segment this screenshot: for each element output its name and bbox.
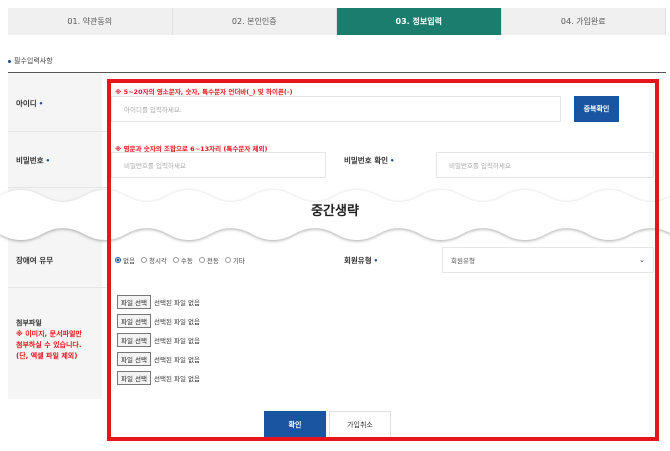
signup-page: 01. 약관동의 02. 본인인증 03. 정보입력 04. 가입완료 필수입력… — [0, 0, 670, 451]
file-select-button[interactable]: 파일 선택 — [117, 371, 151, 385]
step-1-terms: 01. 약관동의 — [8, 8, 173, 35]
step-2-verification: 02. 본인인증 — [172, 8, 337, 35]
file-input-row: 파일 선택 선택된 파일 없음 — [117, 333, 200, 347]
file-input-row: 파일 선택 선택된 파일 없음 — [117, 314, 200, 328]
file-status-text: 선택된 파일 없음 — [154, 356, 200, 364]
id-hint: ※ 5~20자의 영소문자, 숫자, 특수문자 언더바(_) 및 하이픈(-) — [115, 88, 293, 96]
file-status-text: 선택된 파일 없음 — [154, 337, 200, 345]
member-type-label: 회원유형 • — [344, 255, 378, 266]
duplicate-check-button[interactable]: 중복확인 — [574, 96, 619, 122]
attachment-label: 첨부파일 ※ 이미지, 문서파일만 첨부하실 수 있습니다. (단, 엑셀 파일… — [16, 318, 82, 362]
radio-option-manual[interactable]: 수동 — [172, 255, 193, 265]
radio-label: 기타 — [232, 257, 245, 265]
member-type-select[interactable]: 회원유형 ⌄ — [442, 247, 654, 273]
file-input-row: 파일 선택 선택된 파일 없음 — [117, 295, 200, 309]
password-input[interactable]: 비밀번호를 입력하세요 — [111, 152, 326, 178]
radio-icon — [172, 257, 179, 263]
file-select-button[interactable]: 파일 선택 — [117, 295, 151, 309]
member-type-value: 회원유형 — [451, 257, 475, 265]
required-fields-caption: 필수입력사항 — [8, 56, 53, 66]
bullet-icon — [8, 59, 11, 63]
chevron-down-icon: ⌄ — [639, 256, 645, 264]
password-confirm-label-text: 비밀번호 확인 — [344, 156, 389, 165]
file-select-button[interactable]: 파일 선택 — [117, 352, 151, 366]
confirm-button[interactable]: 확인 — [264, 411, 326, 438]
attachment-note-line-3: (단, 엑셀 파일 제외) — [16, 352, 78, 360]
file-input-row: 파일 선택 선택된 파일 없음 — [117, 371, 200, 385]
file-status-text: 선택된 파일 없음 — [154, 318, 200, 326]
file-status-text: 선택된 파일 없음 — [154, 375, 200, 383]
required-dot-icon: • — [390, 157, 395, 165]
required-dot-icon: • — [45, 157, 51, 165]
password-confirm-input[interactable]: 비밀번호를 입력하세요 — [436, 152, 654, 178]
disability-row-label: 장애여 유무 — [16, 255, 53, 266]
radio-label: 수동 — [180, 257, 193, 265]
required-dot-icon: • — [38, 100, 44, 108]
radio-label: 청시각 — [148, 257, 167, 265]
id-label-text: 아이디 — [16, 99, 37, 108]
radio-checked-icon — [115, 257, 121, 263]
disability-radio-group: 없음 청시각 수동 전동 기타 — [115, 255, 245, 265]
password-confirm-label: 비밀번호 확인 • — [344, 155, 395, 166]
required-dot-icon: • — [373, 257, 379, 265]
step-3-info-input: 03. 정보입력 — [337, 8, 502, 35]
radio-option-electric[interactable]: 전동 — [198, 255, 219, 265]
file-input-row: 파일 선택 선택된 파일 없음 — [117, 352, 200, 366]
radio-icon — [198, 257, 205, 263]
radio-icon — [224, 257, 231, 263]
omitted-section-text: 중간생략 — [311, 204, 359, 219]
disability-label-text: 장애여 유무 — [16, 256, 54, 265]
radio-option-none[interactable]: 없음 — [115, 255, 135, 265]
radio-icon — [140, 257, 147, 263]
step-4-complete: 04. 가입완료 — [501, 8, 666, 35]
file-select-button[interactable]: 파일 선택 — [117, 314, 151, 328]
radio-option-2[interactable]: 청시각 — [140, 255, 167, 265]
step-tabs: 01. 약관동의 02. 본인인증 03. 정보입력 04. 가입완료 — [8, 8, 666, 35]
attachment-note-line-2: 첨부하실 수 있습니다. — [16, 341, 82, 349]
section-divider — [8, 72, 666, 73]
password-label-text: 비밀번호 — [16, 156, 44, 165]
row-divider — [8, 131, 107, 132]
attachment-note-line-1: ※ 이미지, 문서파일만 — [16, 330, 82, 338]
file-select-button[interactable]: 파일 선택 — [117, 333, 151, 347]
member-type-label-text: 회원유형 — [344, 256, 372, 265]
id-row-label: 아이디 • — [16, 98, 43, 109]
id-input[interactable]: 아이디를 입력하세요. — [111, 96, 561, 122]
radio-option-other[interactable]: 기타 — [224, 255, 245, 265]
password-row-label: 비밀번호 • — [16, 155, 50, 166]
row-divider — [8, 287, 107, 288]
cancel-signup-button[interactable]: 가입취소 — [329, 411, 391, 438]
required-fields-text: 필수입력사항 — [14, 57, 53, 65]
file-status-text: 선택된 파일 없음 — [154, 299, 200, 307]
radio-label: 전동 — [206, 257, 219, 265]
radio-label: 없음 — [123, 257, 135, 265]
attachment-title: 첨부파일 — [16, 319, 42, 327]
